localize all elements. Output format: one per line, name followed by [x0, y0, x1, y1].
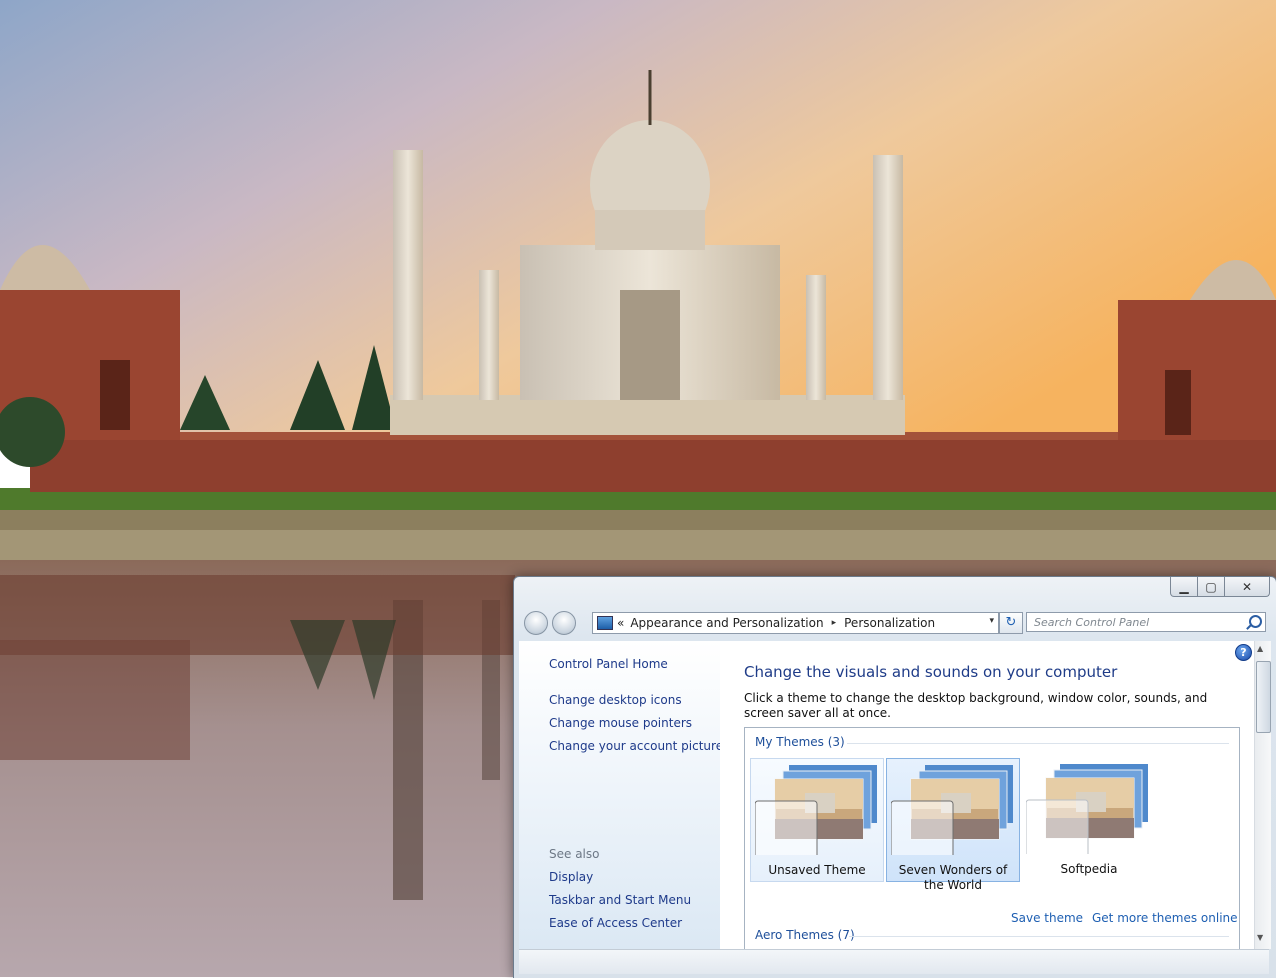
maximize-button[interactable]: ▢ [1198, 577, 1225, 597]
breadcrumb-personalization[interactable]: Personalization [844, 616, 935, 630]
close-button[interactable]: ✕ [1225, 577, 1270, 597]
refresh-button[interactable]: ↻ [999, 612, 1023, 634]
get-more-themes-link[interactable]: Get more themes online [1092, 911, 1238, 925]
minimize-button[interactable]: ▁ [1170, 577, 1198, 597]
vertical-scrollbar[interactable]: ▲ ▼ [1254, 641, 1271, 949]
save-theme-link[interactable]: Save theme [1011, 911, 1083, 925]
my-themes-header[interactable]: My Themes (3) [755, 735, 845, 749]
breadcrumb-overflow[interactable]: « [617, 616, 624, 630]
control-panel-icon [597, 616, 613, 630]
see-also-label: See also [549, 847, 600, 861]
theme-thumbnail [755, 765, 877, 855]
breadcrumb-separator-icon[interactable]: ▸ [832, 618, 837, 628]
group-divider [849, 936, 1229, 937]
forward-button[interactable] [552, 611, 576, 635]
scroll-up-icon[interactable]: ▲ [1257, 644, 1263, 653]
themes-list: My Themes (3) Unsaved Theme Seven Wonder… [744, 727, 1240, 950]
theme-tile-unsaved[interactable]: Unsaved Theme [750, 758, 884, 882]
personalization-window: ▁ ▢ ✕ « Appearance and Personalization ▸… [513, 576, 1276, 978]
theme-name: Unsaved Theme [768, 863, 866, 877]
display-link[interactable]: Display [549, 870, 593, 884]
taskbar-start-menu-link[interactable]: Taskbar and Start Menu [549, 893, 691, 907]
content-pane: ? Change the visuals and sounds on your … [720, 641, 1254, 950]
ease-of-access-link[interactable]: Ease of Access Center [549, 916, 682, 930]
page-title: Change the visuals and sounds on your co… [744, 663, 1118, 681]
theme-thumbnail [1026, 764, 1148, 854]
theme-tile-seven-wonders[interactable]: Seven Wonders of the World [886, 758, 1020, 892]
help-icon[interactable]: ? [1235, 644, 1252, 661]
search-input[interactable] [1026, 612, 1266, 632]
scrollbar-thumb[interactable] [1256, 661, 1271, 733]
group-divider [847, 743, 1229, 744]
change-account-picture-link[interactable]: Change your account picture [549, 739, 723, 753]
page-description: Click a theme to change the desktop back… [744, 691, 1208, 720]
theme-name: Seven Wonders of the World [898, 863, 1008, 892]
task-pane: Control Panel Home Change desktop icons … [519, 641, 723, 949]
back-button[interactable] [524, 611, 548, 635]
status-bar [519, 949, 1269, 974]
breadcrumb-appearance[interactable]: Appearance and Personalization [630, 616, 823, 630]
caption-buttons: ▁ ▢ ✕ [1170, 577, 1270, 597]
address-bar[interactable]: « Appearance and Personalization ▸ Perso… [592, 612, 999, 634]
change-mouse-pointers-link[interactable]: Change mouse pointers [549, 716, 692, 730]
control-panel-home-link[interactable]: Control Panel Home [549, 657, 668, 671]
change-desktop-icons-link[interactable]: Change desktop icons [549, 693, 682, 707]
theme-tile-softpedia[interactable]: Softpedia [1022, 758, 1156, 882]
scroll-down-icon[interactable]: ▼ [1257, 933, 1263, 942]
aero-themes-header[interactable]: Aero Themes (7) [755, 928, 855, 942]
navigation-bar: « Appearance and Personalization ▸ Perso… [520, 611, 1268, 635]
theme-thumbnail [891, 765, 1013, 855]
address-dropdown-icon[interactable]: ▾ [989, 616, 994, 626]
theme-name: Softpedia [1060, 862, 1118, 876]
search-icon[interactable] [1249, 615, 1262, 628]
